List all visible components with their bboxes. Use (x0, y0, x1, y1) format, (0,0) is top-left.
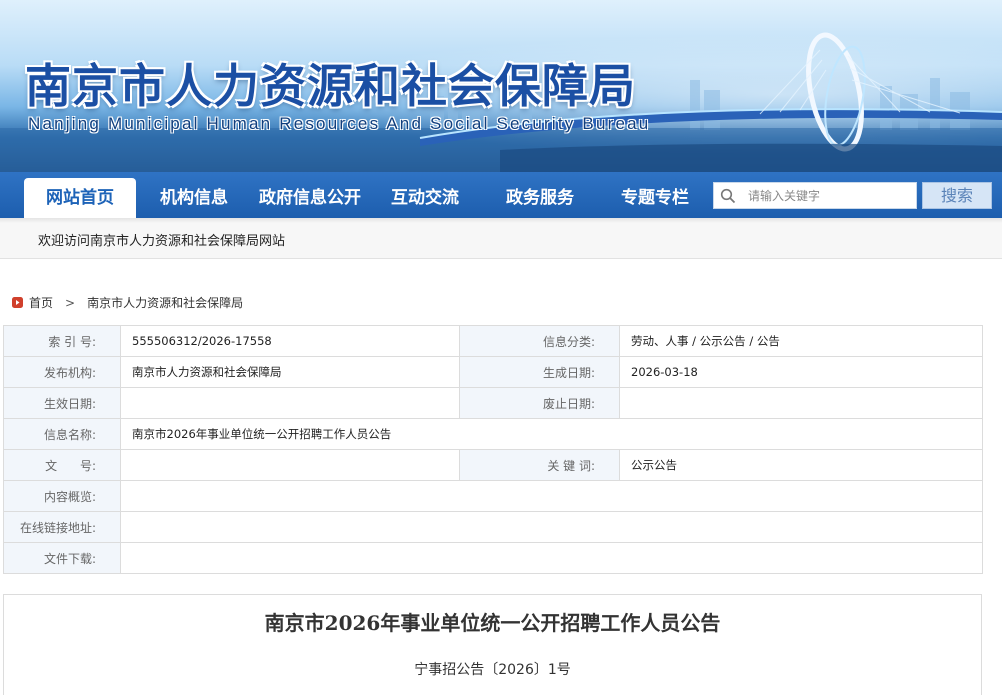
info-name-value: 南京市2026年事业单位统一公开招聘工作人员公告 (120, 418, 983, 450)
index-label: 索 引 号: (3, 325, 121, 357)
doc-number-label: 文 号: (3, 449, 121, 481)
site-title-english: Nanjing Municipal Human Resources And So… (28, 114, 651, 133)
document-info-table: 索 引 号: 555506312/2026-17558 信息分类: 劳动、人事 … (3, 325, 983, 574)
home-icon (12, 297, 23, 308)
search-input[interactable] (748, 183, 914, 208)
info-name-label: 信息名称: (3, 418, 121, 450)
expire-date-label: 废止日期: (459, 387, 620, 419)
article-title: 南京市2026年事业单位统一公开招聘工作人员公告 (264, 611, 721, 635)
table-row: 内容概览: (3, 480, 983, 512)
publisher-label: 发布机构: (3, 356, 121, 388)
category-label: 信息分类: (459, 325, 620, 357)
file-download-label: 文件下载: (3, 542, 121, 574)
table-row: 索 引 号: 555506312/2026-17558 信息分类: 劳动、人事 … (3, 325, 983, 357)
table-row: 信息名称: 南京市2026年事业单位统一公开招聘工作人员公告 (3, 418, 983, 450)
search-box (713, 182, 917, 209)
breadcrumb-current-link[interactable]: 南京市人力资源和社会保障局 (87, 296, 243, 310)
keywords-label: 关 键 词: (459, 449, 620, 481)
online-link-value[interactable] (120, 511, 983, 543)
breadcrumb: 首页 > 南京市人力资源和社会保障局 (12, 294, 243, 311)
breadcrumb-home-link[interactable]: 首页 (29, 296, 53, 310)
table-row: 发布机构: 南京市人力资源和社会保障局 生成日期: 2026-03-18 (3, 356, 983, 388)
file-download-value[interactable] (120, 542, 983, 574)
nav-item-topics[interactable]: 专题专栏 (608, 178, 702, 218)
nav-item-interaction[interactable]: 互动交流 (378, 178, 472, 218)
effective-date-value (120, 387, 460, 419)
created-date-label: 生成日期: (459, 356, 620, 388)
welcome-message: 欢迎访问南京市人力资源和社会保障局网站 (38, 234, 286, 249)
search-icon[interactable] (720, 188, 736, 204)
site-title: 南京市人力资源和社会保障局 (25, 59, 636, 113)
nav-item-organization[interactable]: 机构信息 (144, 178, 244, 218)
article-doc-number: 宁事招公告〔2026〕1号 (414, 662, 571, 678)
table-row: 生效日期: 废止日期: (3, 387, 983, 419)
table-row: 在线链接地址: (3, 511, 983, 543)
welcome-bar: 欢迎访问南京市人力资源和社会保障局网站 (0, 218, 1002, 259)
article-body: 南京市2026年事业单位统一公开招聘工作人员公告 宁事招公告〔2026〕1号 (3, 594, 982, 695)
search-button[interactable]: 搜索 (922, 182, 992, 209)
doc-number-value (120, 449, 460, 481)
expire-date-value (619, 387, 983, 419)
breadcrumb-separator: > (65, 296, 76, 310)
category-value: 劳动、人事 / 公示公告 / 公告 (619, 325, 983, 357)
nav-item-services[interactable]: 政务服务 (494, 178, 586, 218)
table-row: 文件下载: (3, 542, 983, 574)
summary-label: 内容概览: (3, 480, 121, 512)
site-banner: 南京市人力资源和社会保障局 Nanjing Municipal Human Re… (0, 0, 1002, 172)
nav-item-gov-info[interactable]: 政府信息公开 (248, 178, 372, 218)
table-row: 文 号: 关 键 词: 公示公告 (3, 449, 983, 481)
created-date-value: 2026-03-18 (619, 356, 983, 388)
nav-item-home[interactable]: 网站首页 (24, 178, 136, 218)
keywords-value: 公示公告 (619, 449, 983, 481)
publisher-value: 南京市人力资源和社会保障局 (120, 356, 460, 388)
effective-date-label: 生效日期: (3, 387, 121, 419)
summary-value (120, 480, 983, 512)
online-link-label: 在线链接地址: (3, 511, 121, 543)
index-value: 555506312/2026-17558 (120, 325, 460, 357)
